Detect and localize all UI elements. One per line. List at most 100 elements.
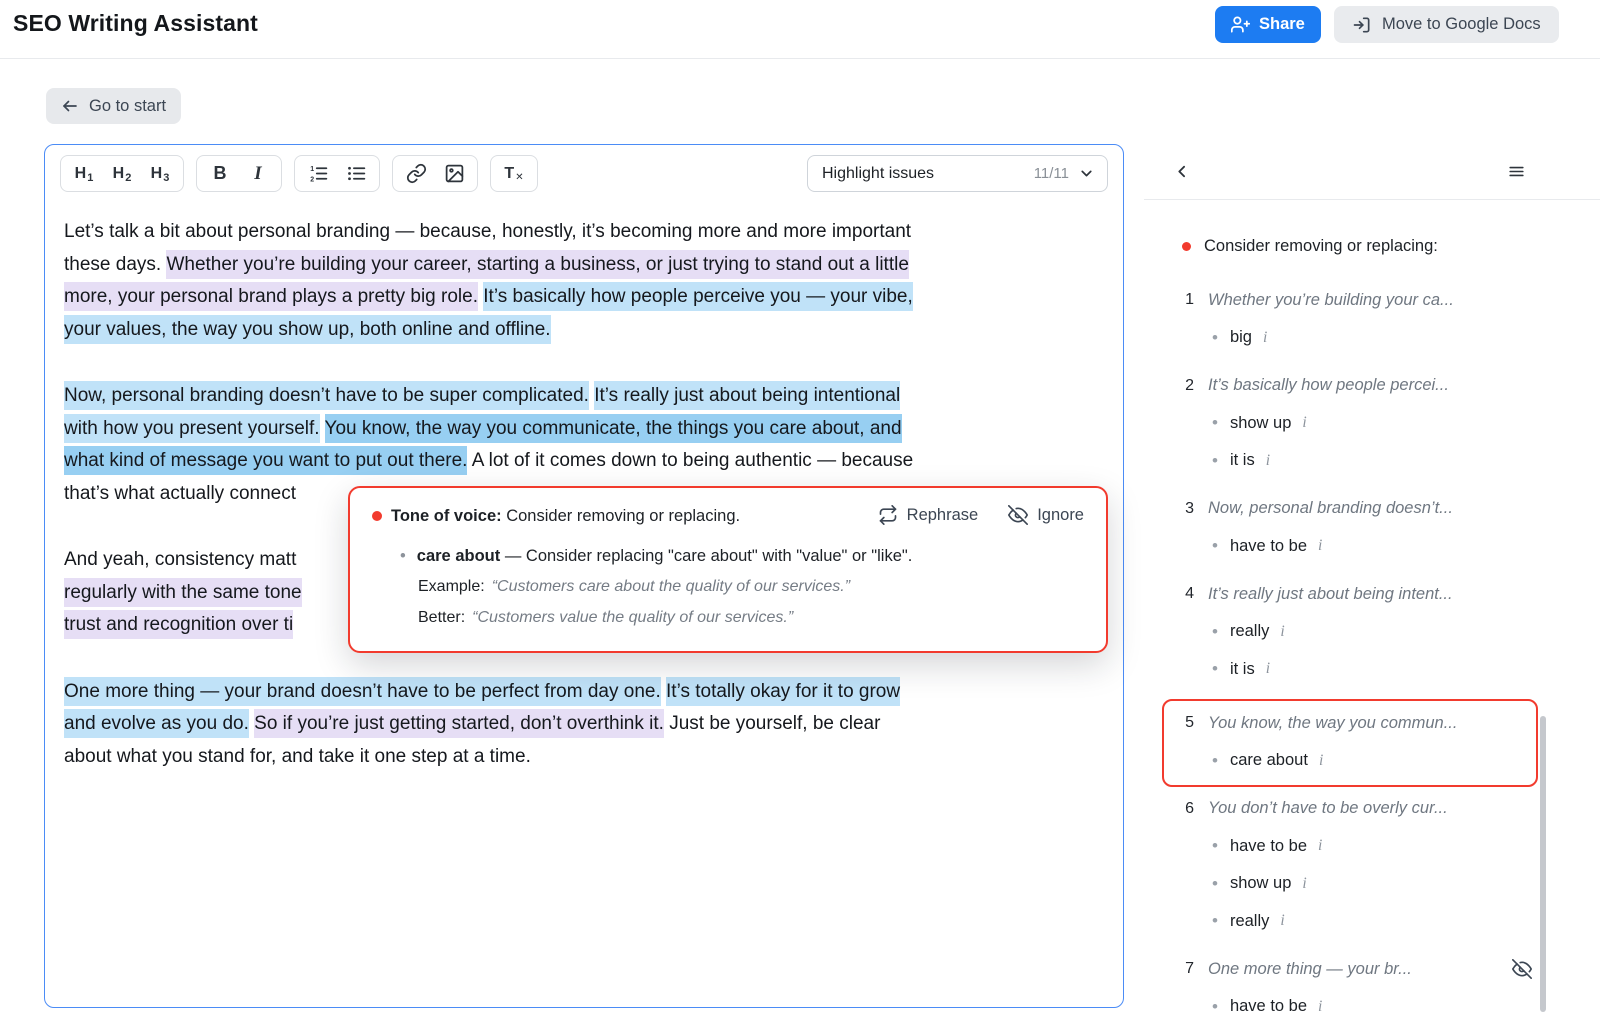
issue-term[interactable]: show up xyxy=(1230,874,1291,893)
issue-term-row[interactable]: •bigi xyxy=(1212,324,1532,352)
collapse-sidebar-button[interactable] xyxy=(1168,158,1196,186)
rephrase-label: Rephrase xyxy=(907,506,979,525)
info-icon[interactable]: i xyxy=(1302,875,1306,893)
text-segment: Let’s talk a bit about personal branding… xyxy=(64,221,911,242)
issue-term-row[interactable]: •care abouti xyxy=(1212,747,1532,775)
issue-sentence-row[interactable]: 3Now, personal branding doesn’t... xyxy=(1172,495,1532,523)
issue-term-row[interactable]: •it isi xyxy=(1212,447,1532,475)
highlighted-text[interactable]: regularly with the same tone xyxy=(64,578,302,607)
info-icon[interactable]: i xyxy=(1280,912,1284,930)
issue-term[interactable]: have to be xyxy=(1230,997,1307,1016)
highlighted-text[interactable]: It’s totally okay for it to grow xyxy=(666,677,900,706)
move-to-google-docs-button[interactable]: Move to Google Docs xyxy=(1334,6,1559,43)
editor-paragraph[interactable]: Let’s talk a bit about personal branding… xyxy=(64,216,1103,346)
highlighted-text[interactable]: trust and recognition over ti xyxy=(64,610,293,639)
info-icon[interactable]: i xyxy=(1266,452,1270,470)
issue-example-row: Example:“Customers care about the qualit… xyxy=(418,573,1084,600)
highlight-issues-dropdown[interactable]: Highlight issues 11/11 xyxy=(807,155,1108,192)
sidebar-scrollbar[interactable] xyxy=(1540,716,1546,1012)
issue-sentence-row[interactable]: 5You know, the way you commun... xyxy=(1172,709,1532,737)
heading-2-button[interactable]: H2 xyxy=(104,158,140,189)
highlighted-text[interactable]: more, your personal brand plays a pretty… xyxy=(64,282,478,311)
sidebar-menu-button[interactable] xyxy=(1502,158,1530,186)
info-icon[interactable]: i xyxy=(1318,837,1322,855)
highlighted-text[interactable]: You know, the way you communicate, the t… xyxy=(325,414,902,443)
unordered-list-button[interactable] xyxy=(338,158,374,189)
red-dot-icon xyxy=(1182,242,1191,251)
heading-1-button[interactable]: H1 xyxy=(66,158,102,189)
issue-term-row[interactable]: •have to bei xyxy=(1212,993,1532,1021)
highlighted-text[interactable]: your values, the way you show up, both o… xyxy=(64,315,551,344)
issue-sentence[interactable]: It’s basically how people percei... xyxy=(1208,376,1449,395)
issue-term-row[interactable]: •reallyi xyxy=(1212,618,1532,646)
issue-term[interactable]: big xyxy=(1230,328,1252,347)
issue-term[interactable]: have to be xyxy=(1230,837,1307,856)
issue-term[interactable]: it is xyxy=(1230,660,1255,679)
info-icon[interactable]: i xyxy=(1266,660,1270,678)
info-icon[interactable]: i xyxy=(1263,329,1267,347)
highlighted-text[interactable]: what kind of message you want to put out… xyxy=(64,446,467,475)
insert-buttons-group xyxy=(392,155,478,192)
highlighted-text[interactable]: So if you’re just getting started, don’t… xyxy=(254,709,664,738)
ordered-list-button[interactable]: 12 xyxy=(300,158,336,189)
issue-term[interactable]: really xyxy=(1230,622,1269,641)
page-title: SEO Writing Assistant xyxy=(13,10,258,37)
issue-sentence[interactable]: Whether you’re building your ca... xyxy=(1208,291,1454,310)
highlighted-text[interactable]: Whether you’re building your career, sta… xyxy=(166,250,908,279)
issue-term-row[interactable]: •it isi xyxy=(1212,655,1532,683)
issue-term[interactable]: really xyxy=(1230,912,1269,931)
highlighted-text[interactable]: It’s really just about being intentional xyxy=(594,381,900,410)
issue-sentence[interactable]: One more thing — your br... xyxy=(1208,960,1412,979)
highlighted-text[interactable]: It’s basically how people perceive you —… xyxy=(483,282,913,311)
info-icon[interactable]: i xyxy=(1318,998,1322,1016)
highlighted-text[interactable]: One more thing — your brand doesn’t have… xyxy=(64,677,661,706)
eye-off-icon xyxy=(1008,505,1028,525)
clear-format-group: T✕ xyxy=(490,155,538,192)
bullet: • xyxy=(1212,413,1218,433)
issue-sentence-row[interactable]: 2It’s basically how people percei... xyxy=(1172,372,1532,400)
info-icon[interactable]: i xyxy=(1280,623,1284,641)
issue-term-row[interactable]: •reallyi xyxy=(1212,907,1532,935)
issue-sentence[interactable]: You don’t have to be overly cur... xyxy=(1208,799,1448,818)
bullet: • xyxy=(1212,874,1218,894)
issue-sentence-row[interactable]: 4It’s really just about being intent... xyxy=(1172,580,1532,608)
editor-paragraph[interactable]: One more thing — your brand doesn’t have… xyxy=(64,676,1103,774)
info-icon[interactable]: i xyxy=(1318,537,1322,555)
bold-button[interactable]: B xyxy=(202,158,238,189)
highlighted-text[interactable]: and evolve as you do. xyxy=(64,709,249,738)
go-to-start-button[interactable]: Go to start xyxy=(46,88,181,124)
image-button[interactable] xyxy=(436,158,472,189)
issue-sentence[interactable]: It’s really just about being intent... xyxy=(1208,585,1453,604)
issue-sentence-row[interactable]: 7One more thing — your br... xyxy=(1172,955,1532,983)
heading-2-sub: 2 xyxy=(125,172,131,184)
issue-term[interactable]: have to be xyxy=(1230,537,1307,556)
highlighted-text[interactable]: Now, personal branding doesn’t have to b… xyxy=(64,381,589,410)
eye-off-icon[interactable] xyxy=(1512,959,1532,979)
heading-3-button[interactable]: H3 xyxy=(142,158,178,189)
issue-sentence[interactable]: Now, personal branding doesn’t... xyxy=(1208,499,1453,518)
issue-sentence-row[interactable]: 1Whether you’re building your ca... xyxy=(1172,286,1532,314)
issue-term[interactable]: it is xyxy=(1230,451,1255,470)
issue-sentence[interactable]: You know, the way you commun... xyxy=(1208,714,1457,733)
link-button[interactable] xyxy=(398,158,434,189)
issue-term[interactable]: care about xyxy=(1230,751,1308,770)
share-button[interactable]: Share xyxy=(1215,6,1321,43)
ignore-button[interactable]: Ignore xyxy=(1008,505,1084,525)
issue-term-row[interactable]: • show up i xyxy=(1212,409,1532,437)
info-icon[interactable]: i xyxy=(1319,752,1323,770)
rephrase-button[interactable]: Rephrase xyxy=(878,505,979,525)
info-icon[interactable]: i xyxy=(1302,414,1306,432)
issue-term-row[interactable]: • show up i xyxy=(1212,870,1532,898)
text-segment: about what you stand for, and take it on… xyxy=(64,746,531,767)
heading-2-icon: H xyxy=(113,165,125,183)
issue-term-row[interactable]: •have to bei xyxy=(1212,532,1532,560)
issue-term[interactable]: show up xyxy=(1230,414,1291,433)
clear-formatting-button[interactable]: T✕ xyxy=(496,158,532,189)
italic-button[interactable]: I xyxy=(240,158,276,189)
issue-term: care about xyxy=(417,547,500,565)
svg-text:2: 2 xyxy=(310,176,314,183)
issue-term-row[interactable]: •have to bei xyxy=(1212,832,1532,860)
issue-item: 3Now, personal branding doesn’t...•have … xyxy=(1172,495,1532,561)
issue-sentence-row[interactable]: 6You don’t have to be overly cur... xyxy=(1172,795,1532,823)
highlighted-text[interactable]: with how you present yourself. xyxy=(64,414,320,443)
